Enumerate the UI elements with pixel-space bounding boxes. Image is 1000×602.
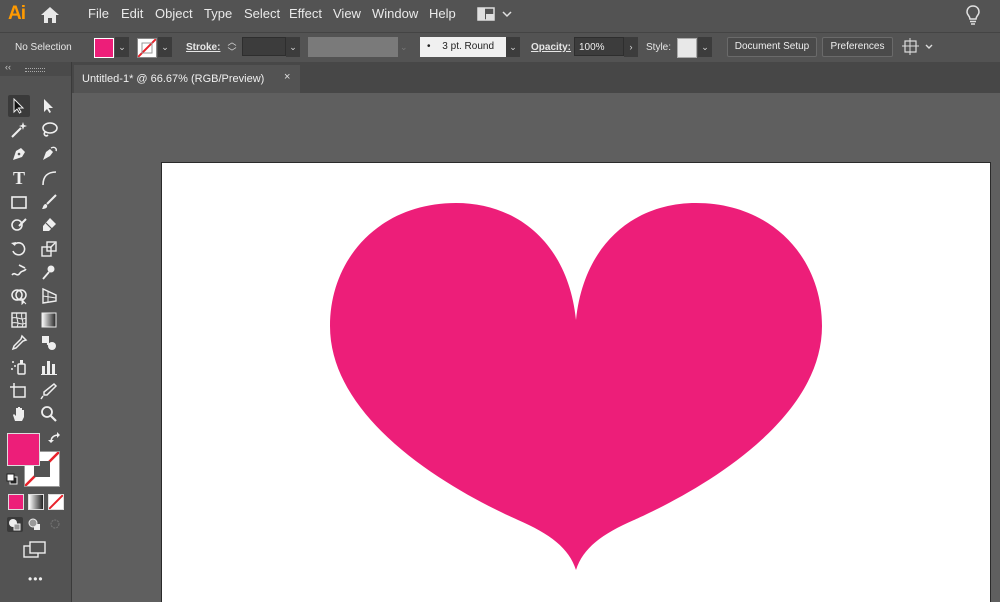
- selection-tool-icon[interactable]: [8, 95, 30, 117]
- stroke-weight-input[interactable]: [242, 37, 286, 56]
- color-mode-icon[interactable]: [8, 494, 24, 510]
- brush-dropdown[interactable]: ⌄: [506, 37, 520, 57]
- collapse-panel-icon[interactable]: ‹‹: [5, 62, 11, 72]
- style-dropdown[interactable]: ⌄: [698, 37, 712, 57]
- menu-type[interactable]: Type: [204, 6, 232, 21]
- symbol-sprayer-tool-icon[interactable]: [8, 356, 30, 378]
- brush-label: 3 pt. Round: [442, 41, 495, 52]
- stroke-weight-dropdown[interactable]: ⌄: [286, 37, 300, 57]
- puppet-warp-tool-icon[interactable]: [38, 261, 60, 283]
- menu-select[interactable]: Select: [244, 6, 280, 21]
- lightbulb-icon[interactable]: [965, 5, 981, 28]
- screen-mode-icon[interactable]: [23, 541, 47, 562]
- column-graph-tool-icon[interactable]: [38, 356, 60, 378]
- zoom-tool-icon[interactable]: [38, 403, 60, 425]
- fill-dropdown[interactable]: ⌄: [115, 37, 129, 57]
- menu-effect[interactable]: Effect: [289, 6, 322, 21]
- menu-object[interactable]: Object: [155, 6, 193, 21]
- type-tool-icon[interactable]: T: [8, 167, 30, 189]
- menu-edit[interactable]: Edit: [121, 6, 143, 21]
- home-icon[interactable]: [40, 6, 60, 27]
- mesh-tool-icon[interactable]: [8, 309, 30, 331]
- eyedropper-tool-icon[interactable]: [8, 332, 30, 354]
- hand-tool-icon[interactable]: [8, 403, 30, 425]
- gradient-tool-icon[interactable]: [38, 309, 60, 331]
- menu-help[interactable]: Help: [429, 6, 456, 21]
- eraser-tool-icon[interactable]: [38, 214, 60, 236]
- stroke-label[interactable]: Stroke:: [186, 42, 220, 53]
- slice-tool-icon[interactable]: [38, 380, 60, 402]
- draw-behind-icon[interactable]: [27, 517, 43, 532]
- fill-color-box[interactable]: [7, 433, 40, 466]
- warp-tool-icon[interactable]: [8, 261, 30, 283]
- variable-width-profile[interactable]: [308, 37, 398, 57]
- stroke-dropdown[interactable]: ⌄: [158, 37, 172, 57]
- opacity-input[interactable]: 100%: [574, 37, 624, 56]
- document-setup-button[interactable]: Document Setup: [727, 37, 817, 57]
- paintbrush-tool-icon[interactable]: [38, 191, 60, 213]
- brush-definition[interactable]: • 3 pt. Round: [420, 37, 506, 57]
- selection-status: No Selection: [15, 42, 72, 53]
- rectangle-tool-icon[interactable]: [8, 191, 30, 213]
- menu-file[interactable]: File: [88, 6, 109, 21]
- style-label: Style:: [646, 42, 672, 53]
- scale-tool-icon[interactable]: [38, 238, 60, 260]
- lasso-tool-icon[interactable]: [38, 119, 60, 141]
- line-tool-icon[interactable]: [38, 167, 60, 189]
- workspace-switcher-icon[interactable]: [477, 7, 513, 24]
- direct-selection-tool-icon[interactable]: [38, 95, 60, 117]
- edit-toolbar-icon[interactable]: •••: [28, 572, 44, 586]
- curvature-tool-icon[interactable]: [38, 143, 60, 165]
- brush-dot-icon: •: [427, 41, 431, 52]
- draw-normal-icon[interactable]: [7, 517, 23, 532]
- magic-wand-tool-icon[interactable]: [8, 119, 30, 141]
- document-tab-title[interactable]: Untitled-1* @ 66.67% (RGB/Preview): [82, 73, 264, 85]
- menu-view[interactable]: View: [333, 6, 361, 21]
- heart-shape[interactable]: [330, 203, 822, 570]
- opacity-arrow[interactable]: ›: [624, 37, 638, 57]
- rotate-tool-icon[interactable]: [8, 238, 30, 260]
- stroke-swatch[interactable]: [137, 38, 157, 58]
- preferences-button[interactable]: Preferences: [822, 37, 893, 57]
- draw-inside-icon[interactable]: [47, 517, 63, 532]
- graphic-style-swatch[interactable]: [677, 38, 697, 58]
- default-colors-icon[interactable]: [6, 473, 18, 488]
- gradient-mode-icon[interactable]: [28, 494, 44, 510]
- heart-artwork: [330, 203, 822, 570]
- none-mode-icon[interactable]: [48, 494, 64, 510]
- stroke-weight-stepper[interactable]: ︿ ﹀: [225, 37, 239, 57]
- artboard-tool-icon[interactable]: [8, 380, 30, 402]
- menu-window[interactable]: Window: [372, 6, 418, 21]
- blend-tool-icon[interactable]: [38, 332, 60, 354]
- swap-colors-icon[interactable]: [48, 432, 62, 449]
- perspective-grid-tool-icon[interactable]: [38, 285, 60, 307]
- opacity-label[interactable]: Opacity:: [531, 42, 571, 53]
- panel-grip[interactable]: [25, 68, 45, 72]
- close-icon[interactable]: ×: [284, 71, 290, 83]
- variable-width-dropdown[interactable]: ⌄: [400, 37, 412, 57]
- arrange-documents-icon[interactable]: [902, 38, 936, 59]
- artboard[interactable]: [161, 162, 991, 602]
- shape-builder-tool-icon[interactable]: [8, 285, 30, 307]
- tools-panel-header[interactable]: ‹‹: [0, 62, 71, 76]
- fill-swatch[interactable]: [94, 38, 114, 58]
- app-logo: Ai: [8, 3, 26, 24]
- pen-tool-icon[interactable]: [8, 143, 30, 165]
- shaper-tool-icon[interactable]: [8, 214, 30, 236]
